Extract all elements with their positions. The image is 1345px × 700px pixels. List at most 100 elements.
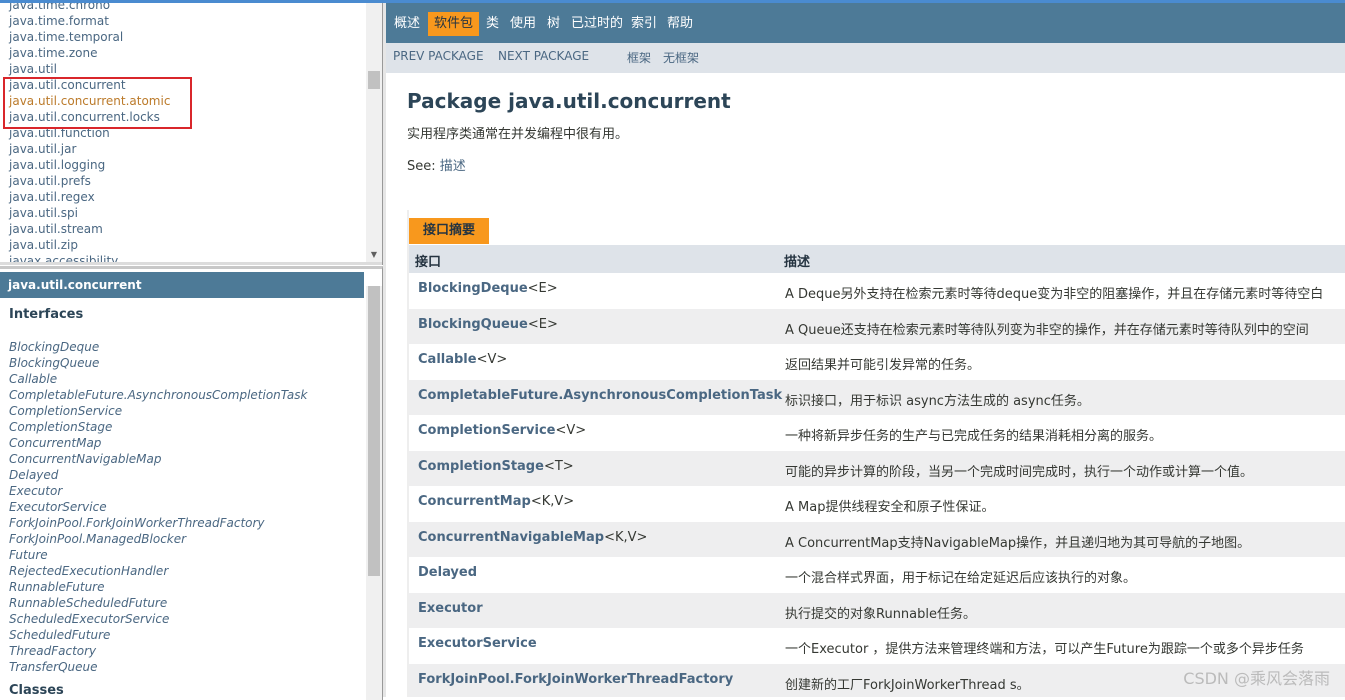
scroll-down-arrow-icon[interactable]: ▼	[366, 247, 382, 263]
interface-name-link[interactable]: ConcurrentMap	[418, 494, 531, 509]
interface-link[interactable]: RunnableScheduledFuture	[9, 595, 307, 611]
interface-description: 可能的异步计算的阶段，当另一个完成时间完成时，执行一个动作或计算一个值。	[785, 464, 1254, 480]
table-row: BlockingDeque<E> A Deque另外支持在检索元素时等待deque…	[409, 273, 1345, 309]
interface-name-cell: ConcurrentNavigableMap<K,V>	[418, 530, 647, 545]
interface-name-cell: ForkJoinPool.ForkJoinWorkerThreadFactory	[418, 672, 733, 687]
package-link[interactable]: java.util.zip	[9, 237, 170, 253]
interface-name-cell: Callable<V>	[418, 352, 507, 367]
type-parameters: <V>	[476, 352, 508, 367]
interface-name-link[interactable]: ConcurrentNavigableMap	[418, 530, 604, 545]
interface-name-link[interactable]: BlockingQueue	[418, 317, 528, 332]
horizontal-scrollbar[interactable]	[0, 262, 382, 265]
interface-name-link[interactable]: CompletableFuture.AsynchronousCompletion…	[418, 388, 782, 403]
nav-deprecated[interactable]: 已过时的	[565, 12, 629, 36]
interface-name-link[interactable]: Delayed	[418, 565, 477, 580]
package-list: java.time.chrono java.time.format java.tim…	[9, 3, 170, 265]
package-link[interactable]: java.time.temporal	[9, 29, 170, 45]
interface-name-cell: CompletableFuture.AsynchronousCompletion…	[418, 388, 782, 403]
interface-description: 标识接口，用于标识 async方法生成的 async任务。	[785, 393, 1090, 409]
interface-link[interactable]: CompletableFuture.AsynchronousCompletion…	[9, 387, 307, 403]
top-navbar: 概述 软件包 类 使用 树 已过时的 索引 帮助	[386, 3, 1345, 43]
package-link[interactable]: java.util.jar	[9, 141, 170, 157]
next-package-link[interactable]: NEXT PACKAGE	[498, 49, 589, 63]
table-row: Executor 执行提交的对象Runnable任务。	[409, 592, 1345, 628]
see-line: See: 描述	[407, 155, 466, 174]
table-row: ExecutorService 一个Executor ，提供方法来管理终端和方法，…	[409, 628, 1345, 664]
package-link[interactable]: java.util.logging	[9, 157, 170, 173]
interface-link[interactable]: ExecutorService	[9, 499, 307, 515]
nav-package[interactable]: 软件包	[428, 12, 480, 36]
interface-name-link[interactable]: Executor	[418, 601, 483, 616]
nav-overview[interactable]: 概述	[388, 12, 426, 36]
interface-name-link[interactable]: BlockingDeque	[418, 281, 528, 296]
type-parameters: <K,V>	[530, 494, 575, 509]
interface-name-cell: Delayed	[418, 565, 477, 580]
package-link[interactable]: java.util	[9, 61, 170, 77]
interface-name-link[interactable]: ExecutorService	[418, 636, 537, 651]
package-link[interactable]: java.util.prefs	[9, 173, 170, 189]
interface-link[interactable]: ConcurrentNavigableMap	[9, 451, 307, 467]
interface-name-link[interactable]: CompletionStage	[418, 459, 544, 474]
see-description-link[interactable]: 描述	[440, 159, 466, 174]
prev-package-link[interactable]: PREV PACKAGE	[393, 49, 484, 63]
interface-name-link[interactable]: Callable	[418, 352, 477, 367]
package-list-scrollbar[interactable]: ▼	[366, 3, 382, 265]
package-link[interactable]: java.time.zone	[9, 45, 170, 61]
interface-description: A Queue还支持在检索元素时等待队列变为非空的操作，并在存储元素时等待队列中…	[785, 322, 1309, 338]
interface-link[interactable]: BlockingDeque	[9, 339, 307, 355]
highlight-box	[3, 77, 192, 129]
interface-link[interactable]: Executor	[9, 483, 307, 499]
table-row: CompletionService<V> 一种将新异步任务的生产与已完成任务的结果…	[409, 415, 1345, 451]
nav-tree[interactable]: 树	[541, 12, 566, 36]
type-parameters: <E>	[527, 316, 558, 332]
interface-name-link[interactable]: CompletionService	[418, 423, 556, 438]
interface-name-cell: ExecutorService	[418, 636, 537, 651]
table-row: Delayed 一个混合样式界面，用于标记在给定延迟后应该执行的对象。	[409, 557, 1345, 593]
col-interface: 接口	[415, 255, 442, 270]
package-description: 实用程序类通常在并发编程中很有用。	[407, 127, 629, 142]
package-name-bar[interactable]: java.util.concurrent	[0, 272, 364, 298]
interface-link[interactable]: RunnableFuture	[9, 579, 307, 595]
interface-name-cell: CompletionStage<T>	[418, 459, 574, 474]
scrollbar-thumb[interactable]	[368, 286, 380, 576]
interface-link[interactable]: Callable	[9, 371, 307, 387]
interface-description: A Map提供线程安全和原子性保证。	[785, 500, 995, 515]
package-link[interactable]: java.util.stream	[9, 221, 170, 237]
interface-link[interactable]: ConcurrentMap	[9, 435, 307, 451]
interface-link[interactable]: ThreadFactory	[9, 643, 307, 659]
package-link[interactable]: java.util.regex	[9, 189, 170, 205]
package-link[interactable]: java.time.chrono	[9, 3, 170, 13]
nav-index[interactable]: 索引	[625, 12, 663, 36]
table-row: ConcurrentNavigableMap<K,V> A ConcurrentM…	[409, 521, 1345, 557]
interface-link[interactable]: ForkJoinPool.ForkJoinWorkerThreadFactory	[9, 515, 307, 531]
interface-link[interactable]: RejectedExecutionHandler	[9, 563, 307, 579]
interface-link[interactable]: BlockingQueue	[9, 355, 307, 371]
interfaces-scrollbar[interactable]	[366, 286, 382, 700]
interface-link[interactable]: CompletionService	[9, 403, 307, 419]
package-link[interactable]: java.util.spi	[9, 205, 170, 221]
interface-name-cell: BlockingQueue<E>	[418, 317, 558, 332]
table-row: CompletableFuture.AsynchronousCompletion…	[409, 379, 1345, 415]
frames-link[interactable]: 框架	[627, 49, 651, 66]
interface-description: A ConcurrentMap支持NavigableMap操作，并且递归地为其可…	[785, 535, 1251, 551]
nav-class[interactable]: 类	[480, 12, 505, 36]
interface-link[interactable]: CompletionStage	[9, 419, 307, 435]
interface-link[interactable]: TransferQueue	[9, 659, 307, 675]
interface-link[interactable]: ForkJoinPool.ManagedBlocker	[9, 531, 307, 547]
table-row: CompletionStage<T> 可能的异步计算的阶段，当另一个完成时间完成时…	[409, 450, 1345, 486]
nav-help[interactable]: 帮助	[661, 12, 699, 36]
interface-description: 一种将新异步任务的生产与已完成任务的结果消耗相分离的服务。	[785, 429, 1163, 444]
scrollbar-thumb[interactable]	[368, 71, 380, 89]
interface-link[interactable]: Delayed	[9, 467, 307, 483]
no-frames-link[interactable]: 无框架	[663, 49, 699, 66]
interface-link[interactable]: ScheduledExecutorService	[9, 611, 307, 627]
interface-description: 一个Executor ，提供方法来管理终端和方法，可以产生Future为跟踪一个…	[785, 642, 1304, 657]
interface-link[interactable]: ScheduledFuture	[9, 627, 307, 643]
interface-summary-tab: 接口摘要	[409, 218, 489, 244]
nav-use[interactable]: 使用	[504, 12, 542, 36]
interface-name-link[interactable]: ForkJoinPool.ForkJoinWorkerThreadFactory	[418, 672, 733, 687]
package-link[interactable]: java.time.format	[9, 13, 170, 29]
interface-link[interactable]: Future	[9, 547, 307, 563]
classes-heading: Classes	[9, 683, 64, 698]
interfaces-heading: Interfaces	[9, 307, 84, 322]
